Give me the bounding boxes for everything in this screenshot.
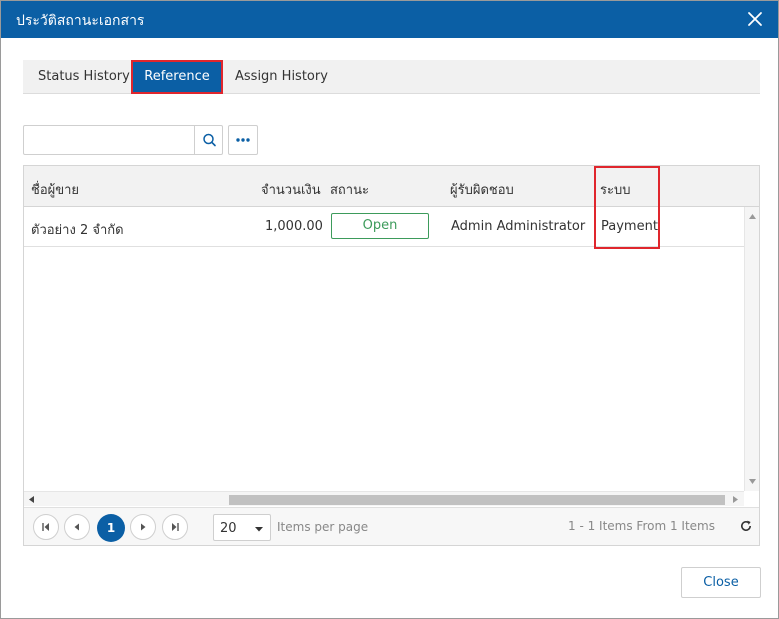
close-button[interactable]: Close [681,567,761,598]
tab-strip: Status History Reference Assign History [23,60,760,94]
last-page-button[interactable] [162,514,188,540]
prev-page-icon [74,523,79,531]
document-status-history-dialog: ประวัติสถานะเอกสาร Status History Refere… [0,0,779,619]
pager: 1 20 Items per page 1 - 1 Items From 1 I… [24,507,759,545]
first-page-icon [42,523,49,531]
pager-info: 1 - 1 Items From 1 Items [568,519,715,533]
dialog-title: ประวัติสถานะเอกสาร [16,13,145,29]
cell-vendor: ตัวอย่าง 2 จำกัด [31,223,124,238]
cell-amount: 1,000.00 [265,219,323,234]
page-size-value: 20 [220,521,237,536]
column-header-amount[interactable]: จำนวนเงิน [261,179,321,200]
current-page-button[interactable]: 1 [97,514,125,542]
search-input[interactable] [24,126,193,154]
column-header-owner[interactable]: ผู้รับผิดชอบ [450,179,514,200]
tab-assign-history[interactable]: Assign History [229,60,334,94]
scroll-up-icon [749,214,756,219]
close-icon[interactable] [744,8,766,30]
items-per-page-label: Items per page [277,520,369,534]
tab-reference[interactable]: Reference [131,60,223,94]
next-page-button[interactable] [130,514,156,540]
vertical-scrollbar[interactable] [744,207,759,491]
reference-grid: ชื่อผู้ขาย จำนวนเงิน สถานะ ผู้รับผิดชอบ … [23,165,760,546]
search-button[interactable] [194,126,223,154]
tab-status-history[interactable]: Status History [32,60,136,94]
scroll-thumb[interactable] [229,495,725,505]
next-page-icon [141,523,146,531]
highlight-system-column [594,166,660,249]
page-size-select[interactable]: 20 [213,514,271,541]
refresh-icon [741,520,751,531]
ellipsis-icon [236,138,250,142]
column-header-status[interactable]: สถานะ [330,179,369,200]
prev-page-button[interactable] [64,514,90,540]
column-header-vendor[interactable]: ชื่อผู้ขาย [31,179,79,200]
horizontal-scrollbar[interactable] [24,491,744,506]
status-badge: Open [331,213,429,239]
scroll-right-icon [733,496,738,503]
cell-owner: Admin Administrator [451,219,586,234]
last-page-icon [172,523,179,531]
search-icon [203,133,216,147]
dialog-titlebar: ประวัติสถานะเอกสาร [1,1,778,38]
refresh-button[interactable] [739,519,753,533]
scroll-left-icon [29,496,34,503]
scroll-down-icon [749,479,756,484]
first-page-button[interactable] [33,514,59,540]
more-options-button[interactable] [228,125,258,155]
search-box [23,125,223,155]
chevron-down-icon [255,527,263,532]
